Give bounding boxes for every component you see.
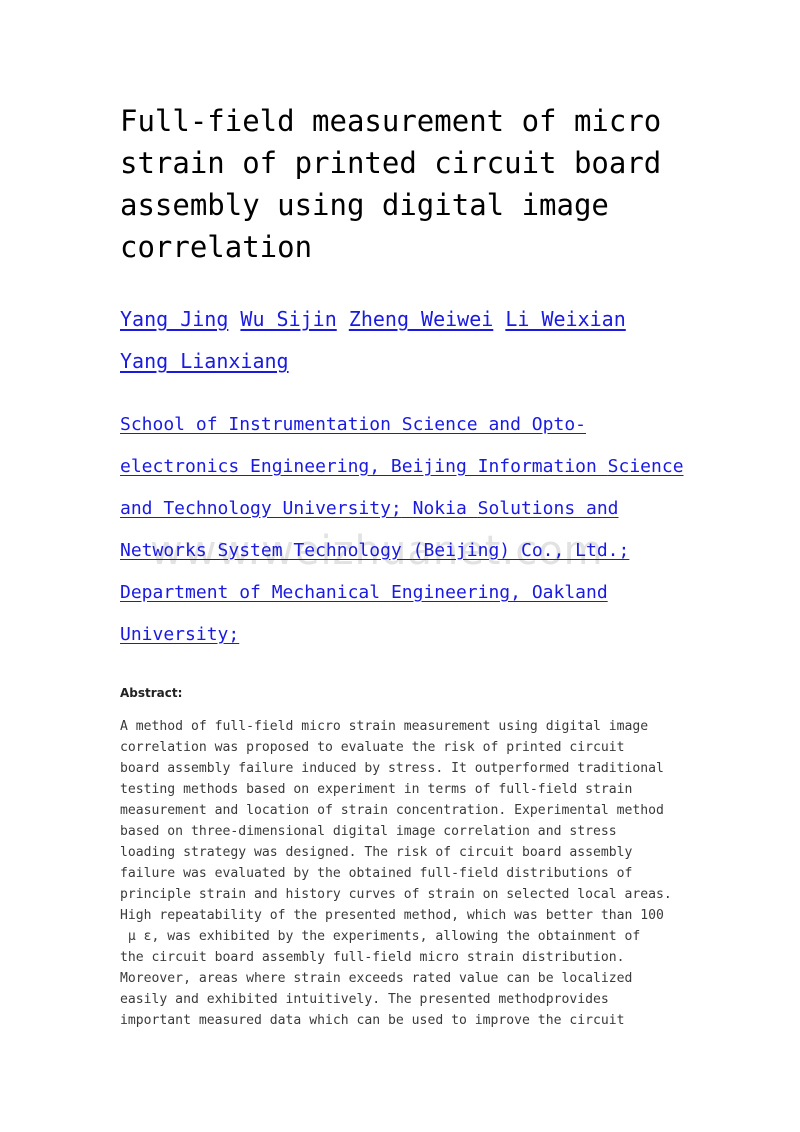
author-separator	[228, 307, 240, 331]
affiliation-link-oakland-line-1[interactable]: Department of Mechanical	[120, 582, 391, 603]
title-line: assembly using digital image	[120, 188, 609, 222]
title-line: Full-field measurement of micro	[120, 104, 662, 138]
abstract-body: A method of full-field micro strain meas…	[120, 719, 672, 1028]
title-line: strain of printed circuit board	[120, 146, 662, 180]
author-separator	[493, 307, 505, 331]
author-link-yang-lianxiang[interactable]: Yang Lianxiang	[120, 349, 289, 373]
abstract-label: Abstract:	[120, 686, 183, 700]
affiliation-link-nokia-line-1[interactable]: Nokia	[402, 498, 478, 519]
author-link-yang-jing[interactable]: Yang Jing	[120, 307, 228, 331]
author-list: Yang Jing Wu Sijin Zheng Weiwei Li Weixi…	[120, 298, 680, 382]
affiliation-link-bistu-line-1[interactable]: School of Instrumentation Science and Op…	[120, 414, 586, 435]
affiliation-link-nokia-line-3[interactable]: (Beijing) Co., Ltd.;	[413, 540, 630, 561]
author-link-li-weixian[interactable]: Li Weixian	[505, 307, 625, 331]
affiliation-link-bistu-line-2[interactable]: electronics Engineering, Beijing Informa…	[120, 456, 608, 477]
author-link-zheng-weiwei[interactable]: Zheng Weiwei	[349, 307, 494, 331]
author-separator	[337, 307, 349, 331]
document-content: Full-field measurement of micro strain o…	[120, 0, 690, 1031]
author-link-wu-sijin[interactable]: Wu Sijin	[240, 307, 336, 331]
affiliation-list: School of Instrumentation Science and Op…	[120, 404, 685, 656]
title-line: correlation	[120, 230, 313, 264]
document-page: www.weizhuanet.com Full-field measuremen…	[0, 0, 800, 1132]
page-title: Full-field measurement of micro strain o…	[120, 0, 665, 268]
